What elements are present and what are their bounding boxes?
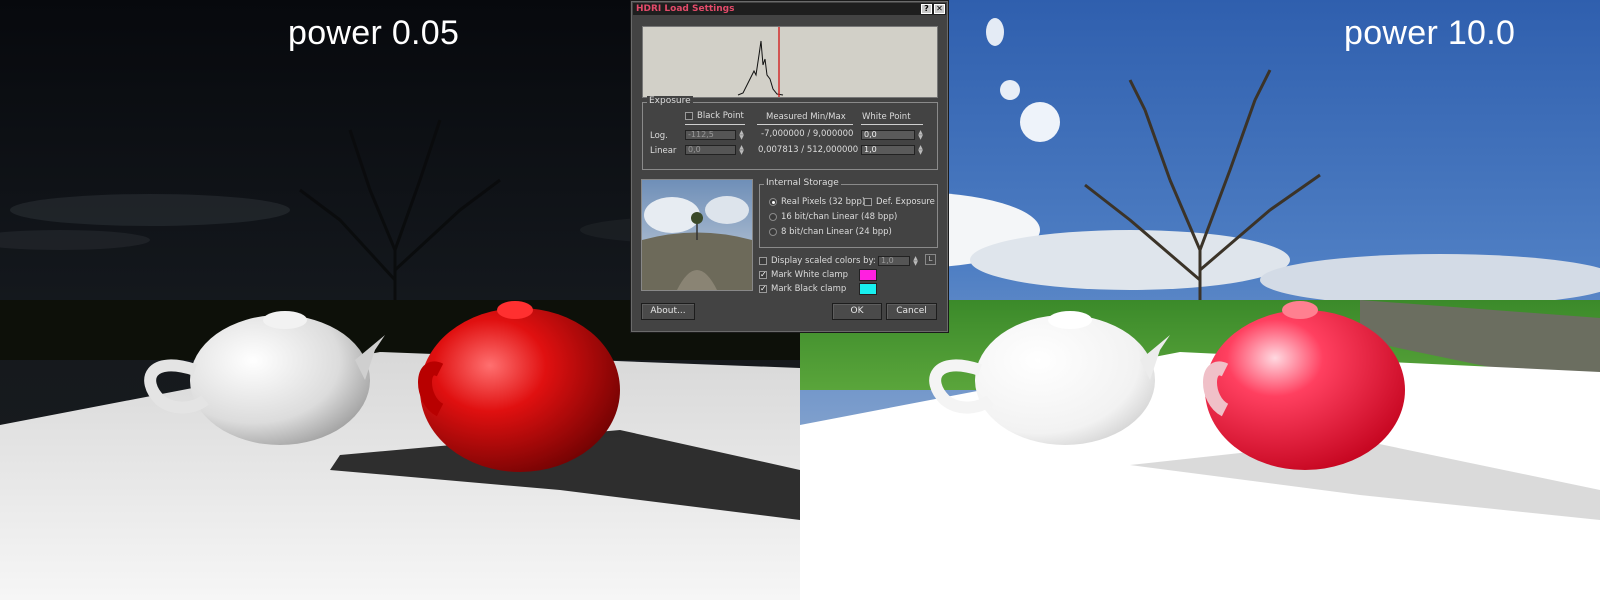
mark-black-clamp-label: Mark Black clamp (771, 284, 847, 294)
right-caption: power 10.0 (1344, 14, 1516, 52)
mark-black-check-icon: ✓ (760, 284, 767, 293)
mark-white-color-swatch[interactable] (859, 269, 877, 281)
hdri-load-settings-dialog: HDRI Load Settings ? ✕ Exposure Black Po… (630, 0, 949, 333)
hdri-preview-thumbnail (641, 179, 753, 291)
close-button[interactable]: ✕ (934, 4, 945, 14)
display-scale-spinner[interactable]: ▲ ▼ (912, 256, 919, 267)
measured-log-value: -7,000000 / 9,000000 (761, 129, 854, 139)
exposure-group: Exposure Black Point Measured Min/Max Wh… (642, 96, 938, 170)
dialog-title-bar[interactable]: HDRI Load Settings ? ✕ (633, 3, 946, 15)
white-linear-spinner[interactable]: ▲ ▼ (917, 145, 924, 156)
measured-linear-value: 0,007813 / 512,000000 (758, 145, 859, 155)
black-point-underline (685, 124, 745, 125)
display-scaled-label: Display scaled colors by: (771, 256, 876, 266)
measured-header: Measured Min/Max (766, 112, 846, 122)
mark-white-clamp-label: Mark White clamp (771, 270, 848, 280)
8bit-linear-radio[interactable] (769, 228, 777, 236)
real-pixels-label: Real Pixels (32 bpp) (781, 197, 866, 207)
log-row-label: Log. (650, 131, 668, 141)
ok-button[interactable]: OK (832, 303, 882, 320)
histogram-graph (737, 27, 784, 97)
def-exposure-label: Def. Exposure (876, 197, 935, 207)
linear-row-label: Linear (650, 146, 677, 156)
white-log-spinner[interactable]: ▲ ▼ (917, 130, 924, 141)
internal-storage-group: Internal Storage Real Pixels (32 bpp) De… (759, 178, 938, 248)
lock-button[interactable]: L (925, 254, 936, 265)
hdri-preview-image (642, 180, 752, 290)
white-linear-field[interactable]: 1,0 (861, 145, 915, 155)
black-point-label: Black Point (697, 111, 744, 121)
mark-white-check-icon: ✓ (760, 270, 767, 279)
16bit-linear-radio[interactable] (769, 213, 777, 221)
internal-storage-label: Internal Storage (764, 178, 841, 188)
display-scale-field[interactable]: 1,0 (878, 256, 910, 266)
measured-underline (757, 124, 853, 125)
cancel-button[interactable]: Cancel (886, 303, 937, 320)
white-log-field[interactable]: 0,0 (861, 130, 915, 140)
8bit-linear-label: 8 bit/chan Linear (24 bpp) (781, 227, 892, 237)
help-button[interactable]: ? (921, 4, 932, 14)
left-caption: power 0.05 (288, 14, 460, 52)
black-linear-spinner[interactable]: ▲ ▼ (738, 145, 745, 156)
black-log-spinner[interactable]: ▲ ▼ (738, 130, 745, 141)
display-scaled-checkbox[interactable] (759, 257, 767, 265)
white-point-header: White Point (862, 112, 911, 122)
dialog-title: HDRI Load Settings (636, 4, 735, 14)
white-point-underline (861, 124, 923, 125)
16bit-linear-label: 16 bit/chan Linear (48 bpp) (781, 212, 898, 222)
mark-black-color-swatch[interactable] (859, 283, 877, 295)
histogram-display[interactable] (642, 26, 938, 98)
real-pixels-radio[interactable] (769, 198, 777, 206)
black-linear-field[interactable]: 0,0 (685, 145, 736, 155)
mark-white-clamp-checkbox[interactable]: ✓ (759, 271, 767, 279)
exposure-group-label: Exposure (647, 96, 693, 106)
about-button[interactable]: About... (641, 303, 695, 320)
mark-black-clamp-checkbox[interactable]: ✓ (759, 285, 767, 293)
black-log-field[interactable]: -112,5 (685, 130, 736, 140)
def-exposure-checkbox[interactable] (864, 198, 872, 206)
black-point-checkbox[interactable] (685, 112, 693, 120)
